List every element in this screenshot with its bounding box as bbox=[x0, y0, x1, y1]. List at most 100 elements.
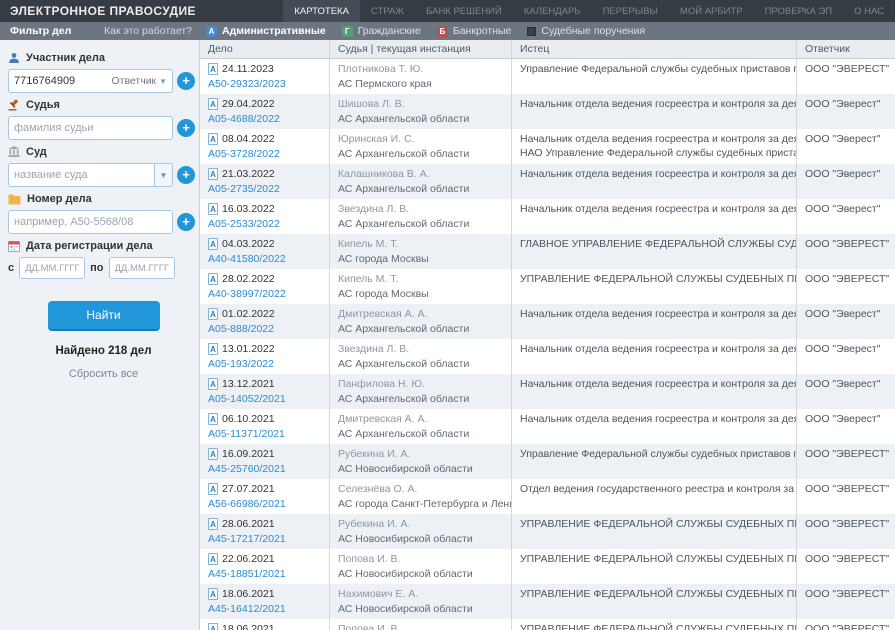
nav-item-link[interactable]: ПЕРЕРЫВЫ bbox=[592, 0, 669, 22]
participant-role-select[interactable]: Ответчик ▼ bbox=[111, 75, 167, 87]
case-number-link[interactable]: А56-66986/2021 bbox=[208, 498, 321, 510]
cell-case: А16.09.2021А45-25760/2021 bbox=[200, 444, 330, 479]
case-number-link[interactable]: А05-888/2022 bbox=[208, 323, 321, 335]
case-type-tab[interactable]: ББанкротные bbox=[437, 25, 512, 37]
cell-case: А29.04.2022А05-4688/2022 bbox=[200, 94, 330, 129]
cell-defendant: ООО "Эверест" bbox=[797, 129, 895, 164]
cell-plaintiff: Управление Федеральной службы судебных п… bbox=[512, 59, 797, 94]
judge-name: Кипель М. Т. bbox=[338, 238, 503, 250]
nav-item-link[interactable]: О НАС bbox=[843, 0, 895, 22]
court-inputbox: ▼ bbox=[8, 163, 173, 187]
table-header: Дело Судья | текущая инстанция Истец Отв… bbox=[200, 40, 895, 59]
search-button[interactable]: Найти bbox=[48, 301, 160, 331]
person-icon bbox=[8, 52, 20, 64]
case-number-link[interactable]: А05-4688/2022 bbox=[208, 113, 321, 125]
case-type-tab[interactable]: ГГражданские bbox=[342, 25, 421, 37]
judge-name: Попова И. В. bbox=[338, 623, 503, 630]
add-case-number-button[interactable]: + bbox=[177, 213, 195, 231]
administrative-case-icon: А bbox=[208, 308, 218, 320]
add-judge-button[interactable]: + bbox=[177, 119, 195, 137]
court-name: АС Архангельской области bbox=[338, 323, 503, 335]
case-type-badge-icon: Г bbox=[342, 26, 353, 37]
cell-judge-court: Калашникова В. А.АС Архангельской област… bbox=[330, 164, 512, 199]
case-number-link[interactable]: А05-3728/2022 bbox=[208, 148, 321, 160]
cell-case: А18.06.2021 bbox=[200, 619, 330, 630]
cell-defendant: ООО "ЭВЕРЕСТ" bbox=[797, 549, 895, 584]
court-label-row: Суд bbox=[8, 146, 199, 158]
plaintiff-name: Начальник отдела ведения госреестра и ко… bbox=[520, 168, 788, 180]
cell-defendant: ООО "Эверест" bbox=[797, 339, 895, 374]
table-row: А18.06.2021А45-16412/2021Нахимович Е. А.… bbox=[200, 584, 895, 619]
defendant-name: ООО "ЭВЕРЕСТ" bbox=[805, 63, 887, 75]
court-input[interactable] bbox=[14, 169, 150, 181]
case-number-link[interactable]: А05-193/2022 bbox=[208, 358, 321, 370]
cell-judge-court: Кипель М. Т.АС города Москвы bbox=[330, 269, 512, 304]
case-number-link[interactable]: А50-29323/2023 bbox=[208, 78, 321, 90]
add-court-button[interactable]: + bbox=[177, 166, 195, 184]
administrative-case-icon: А bbox=[208, 238, 218, 250]
court-name: АС Пермского края bbox=[338, 78, 503, 90]
nav-item-link[interactable]: КАЛЕНДАРЬ bbox=[513, 0, 592, 22]
case-number-link[interactable]: А05-14052/2021 bbox=[208, 393, 321, 405]
checkbox-icon[interactable] bbox=[527, 27, 536, 36]
table-row: А13.01.2022А05-193/2022Звездина Л. В.АС … bbox=[200, 339, 895, 374]
case-number-link[interactable]: А05-11371/2021 bbox=[208, 428, 321, 440]
cell-defendant: ООО "Эверест" bbox=[797, 374, 895, 409]
case-number-link[interactable]: А45-18851/2021 bbox=[208, 568, 321, 580]
judge-input[interactable] bbox=[14, 122, 167, 134]
case-date: 24.11.2023 bbox=[222, 63, 274, 75]
case-number-link[interactable]: А45-17217/2021 bbox=[208, 533, 321, 545]
cases-table: Дело Судья | текущая инстанция Истец Отв… bbox=[200, 40, 895, 630]
table-row: А28.02.2022А40-38997/2022Кипель М. Т.АС … bbox=[200, 269, 895, 304]
cell-plaintiff: Начальник отдела ведения госреестра и ко… bbox=[512, 339, 797, 374]
case-type-tab[interactable]: ААдминистративные bbox=[206, 25, 326, 37]
administrative-case-icon: А bbox=[208, 378, 218, 390]
nav-item-link[interactable]: ПРОВЕРКА ЭП bbox=[754, 0, 844, 22]
defendant-name: ООО "Эверест" bbox=[805, 98, 887, 110]
cell-judge-court: Дмитревская А. А.АС Архангельской област… bbox=[330, 409, 512, 444]
administrative-case-icon: А bbox=[208, 343, 218, 355]
defendant-name: ООО "ЭВЕРЕСТ" bbox=[805, 518, 887, 530]
case-number-link[interactable]: А40-38997/2022 bbox=[208, 288, 321, 300]
case-number-link[interactable]: А45-16412/2021 bbox=[208, 603, 321, 615]
case-date: 06.10.2021 bbox=[222, 413, 275, 425]
participant-input[interactable] bbox=[14, 75, 111, 87]
case-number-link[interactable]: А45-25760/2021 bbox=[208, 463, 321, 475]
reset-all-link[interactable]: Сбросить все bbox=[8, 368, 199, 380]
cell-plaintiff: УПРАВЛЕНИЕ ФЕДЕРАЛЬНОЙ СЛУЖБЫ СУДЕБНЫХ П… bbox=[512, 269, 797, 304]
case-type-badge-icon: Б bbox=[437, 26, 448, 37]
nav-item-link[interactable]: МОЙ АРБИТР bbox=[669, 0, 754, 22]
cell-judge-court: Шишова Л. В.АС Архангельской области bbox=[330, 94, 512, 129]
how-it-works-link[interactable]: Как это работает? bbox=[104, 25, 192, 37]
case-number-link[interactable]: А05-2533/2022 bbox=[208, 218, 321, 230]
case-number-link[interactable]: А40-41580/2022 bbox=[208, 253, 321, 265]
administrative-case-icon: А bbox=[208, 518, 218, 530]
nav-item-link[interactable]: БАНК РЕШЕНИЙ bbox=[415, 0, 513, 22]
administrative-case-icon: А bbox=[208, 623, 218, 630]
court-dropdown-button[interactable]: ▼ bbox=[154, 164, 172, 186]
cell-defendant: ООО "ЭВЕРЕСТ" bbox=[797, 234, 895, 269]
participant-label: Участник дела bbox=[26, 52, 105, 64]
date-from-input[interactable] bbox=[19, 257, 85, 279]
case-number-link[interactable]: А05-2735/2022 bbox=[208, 183, 321, 195]
case-date: 01.02.2022 bbox=[222, 308, 275, 320]
nav-item-active[interactable]: КАРТОТЕКА bbox=[283, 0, 360, 22]
cell-case: А 01.02.2022 А05-888/2022 bbox=[200, 304, 330, 339]
add-participant-button[interactable]: + bbox=[177, 72, 195, 90]
cell-case: А22.06.2021А45-18851/2021 bbox=[200, 549, 330, 584]
case-number-input[interactable] bbox=[14, 216, 167, 228]
defendant-name: ООО "Эверест" bbox=[805, 378, 887, 390]
cell-judge-court: Попова И. В. bbox=[330, 619, 512, 630]
nav-menu: КАРТОТЕКАСТРАЖБАНК РЕШЕНИЙКАЛЕНДАРЬПЕРЕР… bbox=[283, 0, 895, 22]
court-orders-checkbox-row[interactable]: Судебные поручения bbox=[527, 25, 645, 37]
date-to-input[interactable] bbox=[109, 257, 175, 279]
nav-item-link[interactable]: СТРАЖ bbox=[360, 0, 415, 22]
defendant-name: ООО "ЭВЕРЕСТ" bbox=[805, 623, 887, 630]
plaintiff-name: Начальник отдела ведения госреестра и ко… bbox=[520, 413, 788, 425]
defendant-name: ООО "ЭВЕРЕСТ" bbox=[805, 273, 887, 285]
administrative-case-icon: А bbox=[208, 203, 218, 215]
table-row: А21.03.2022А05-2735/2022Калашникова В. А… bbox=[200, 164, 895, 199]
table-body: А24.11.2023А50-29323/2023Плотникова Т. Ю… bbox=[200, 59, 895, 630]
table-row: А18.06.2021Попова И. В.УПРАВЛЕНИЕ ФЕДЕРА… bbox=[200, 619, 895, 630]
chevron-down-icon: ▼ bbox=[159, 77, 167, 86]
